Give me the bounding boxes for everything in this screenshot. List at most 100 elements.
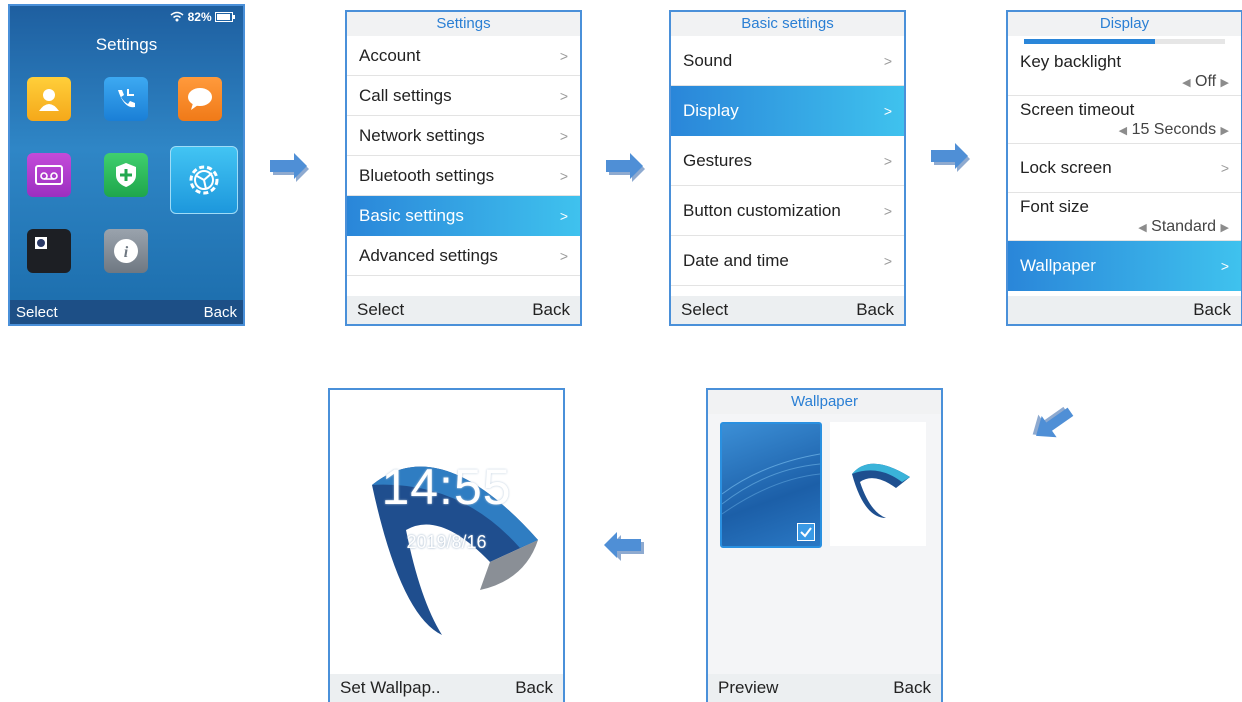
flow-arrow-down-left: [1032, 406, 1074, 438]
chevron-right-icon: >: [559, 47, 568, 64]
basic-item-display[interactable]: Display >: [671, 86, 904, 136]
display-item-screen-timeout[interactable]: Screen timeout ◀ 15 Seconds ▶: [1008, 96, 1241, 144]
wallpaper-screen: Wallpaper Preview Back: [706, 388, 943, 702]
basic-item-gestures[interactable]: Gestures >: [671, 136, 904, 186]
display-item-wallpaper[interactable]: Wallpaper >: [1008, 241, 1241, 291]
security-icon: [116, 163, 136, 187]
soft-key-bar: Select Back: [671, 296, 904, 324]
chevron-right-icon: >: [559, 167, 568, 184]
settings-screen: Settings Account > Call settings > Network…: [345, 10, 582, 326]
soft-key-bar: Back: [1008, 296, 1241, 324]
item-label: Lock screen: [1020, 158, 1112, 177]
chevron-right-icon: >: [883, 252, 892, 269]
settings-app[interactable]: [170, 146, 238, 214]
arrow-left-icon[interactable]: ◀: [1138, 222, 1146, 234]
chevron-right-icon: >: [883, 103, 892, 119]
basic-item-sound[interactable]: Sound >: [671, 36, 904, 86]
camera-icon: [35, 237, 47, 249]
back-softkey[interactable]: Back: [893, 678, 931, 698]
screen-title: Display: [1008, 12, 1241, 36]
display-list: Key backlight ◀ Off ▶ Screen timeout ◀ 1…: [1008, 48, 1241, 291]
arrow-right-icon[interactable]: ▶: [1221, 222, 1229, 234]
flow-arrow-right: [270, 153, 309, 182]
chevron-right-icon: >: [1220, 258, 1229, 274]
wallpaper-option-blue[interactable]: [720, 422, 822, 548]
item-label: Call settings: [359, 85, 452, 105]
chevron-right-icon: >: [559, 87, 568, 104]
chevron-right-icon: >: [559, 208, 568, 224]
item-label: Screen timeout: [1020, 100, 1135, 119]
security-app[interactable]: [104, 153, 148, 197]
item-label: Wallpaper: [1020, 256, 1096, 275]
wifi-icon: [170, 10, 187, 24]
back-softkey[interactable]: Back: [856, 300, 894, 320]
basic-item-button-customization[interactable]: Button customization >: [671, 186, 904, 236]
item-label: Key backlight: [1020, 52, 1122, 71]
call-history-app[interactable]: [104, 77, 148, 121]
chevron-right-icon: >: [883, 52, 892, 69]
camera-app[interactable]: [27, 229, 71, 273]
arrow-right-icon[interactable]: ▶: [1221, 77, 1229, 89]
item-label: Account: [359, 45, 421, 65]
back-softkey[interactable]: Back: [204, 304, 237, 321]
back-softkey[interactable]: Back: [532, 300, 570, 320]
flow-arrow-right: [606, 153, 645, 182]
settings-item-account[interactable]: Account >: [347, 36, 580, 76]
chevron-right-icon: >: [559, 247, 568, 264]
item-value: Off: [1195, 73, 1217, 90]
voicemail-icon: [35, 165, 63, 185]
display-item-lock-screen[interactable]: Lock screen >: [1008, 144, 1241, 193]
select-softkey[interactable]: Select: [681, 300, 728, 320]
select-softkey[interactable]: Select: [16, 304, 58, 321]
settings-item-bluetooth-settings[interactable]: Bluetooth settings >: [347, 156, 580, 196]
preview-softkey[interactable]: Preview: [718, 678, 778, 698]
settings-item-network-settings[interactable]: Network settings >: [347, 116, 580, 156]
soft-key-bar: Select Back: [347, 296, 580, 324]
battery-icon: [215, 10, 235, 24]
screen-title: Basic settings: [671, 12, 904, 36]
display-screen: Display Key backlight ◀ Off ▶ Screen tim…: [1006, 10, 1242, 326]
item-value: 15 Seconds: [1131, 121, 1217, 138]
battery-percent: 82%: [187, 10, 212, 24]
set-wallpaper-softkey[interactable]: Set Wallpap..: [340, 678, 440, 698]
arrow-right-icon[interactable]: ▶: [1221, 125, 1229, 137]
flow-arrow-left: [604, 532, 644, 561]
display-item-key-backlight[interactable]: Key backlight ◀ Off ▶: [1008, 48, 1241, 96]
checkbox-checked-icon[interactable]: [797, 523, 815, 541]
item-value: Standard: [1151, 218, 1217, 235]
chevron-right-icon: >: [883, 152, 892, 169]
arrow-left-icon[interactable]: ◀: [1119, 125, 1127, 137]
clock-time: 14:55: [381, 459, 512, 515]
contacts-app[interactable]: [27, 77, 71, 121]
basic-item-date-and-time[interactable]: Date and time >: [671, 236, 904, 286]
svg-text:i: i: [124, 244, 129, 261]
item-label: Display: [683, 101, 739, 120]
basic-settings-screen: Basic settings Sound > Display > Gestures >…: [669, 10, 906, 326]
settings-item-call-settings[interactable]: Call settings >: [347, 76, 580, 116]
settings-icon: [189, 165, 219, 195]
call-history-icon: [118, 89, 135, 108]
voicemail-app[interactable]: [27, 153, 71, 197]
wallpaper-preview-screen: 14:55 2019/8/16 Set Wallpap.. Back: [328, 388, 565, 702]
item-label: Network settings: [359, 125, 485, 145]
wallpaper-option-logo[interactable]: [830, 422, 926, 546]
item-label: Advanced settings: [359, 245, 498, 265]
grandstream-logo-icon: [852, 463, 910, 518]
arrow-left-icon[interactable]: ◀: [1182, 77, 1190, 89]
info-icon: i: [114, 239, 138, 263]
chevron-right-icon: >: [1220, 160, 1229, 176]
display-item-font-size[interactable]: Font size ◀ Standard ▶: [1008, 193, 1241, 241]
item-label: Font size: [1020, 197, 1089, 216]
messages-app[interactable]: [178, 77, 222, 121]
settings-item-basic-settings[interactable]: Basic settings >: [347, 196, 580, 236]
soft-key-bar: Preview Back: [708, 674, 941, 702]
back-softkey[interactable]: Back: [1193, 300, 1231, 320]
settings-item-advanced-settings[interactable]: Advanced settings >: [347, 236, 580, 276]
screen-title: Wallpaper: [708, 390, 941, 414]
scroll-indicator: [1024, 39, 1225, 44]
back-softkey[interactable]: Back: [515, 678, 553, 698]
info-app[interactable]: i: [104, 229, 148, 273]
select-softkey[interactable]: Select: [357, 300, 404, 320]
item-label: Date and time: [683, 250, 789, 270]
screen-title: Settings: [347, 12, 580, 36]
